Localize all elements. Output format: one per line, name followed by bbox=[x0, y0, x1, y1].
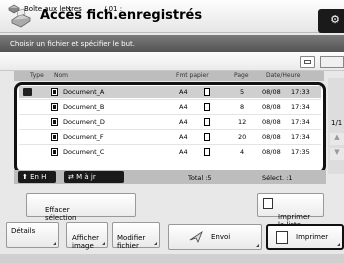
document-file-icon bbox=[51, 118, 58, 126]
page-icon bbox=[204, 148, 210, 156]
file-time: 17:35 bbox=[291, 148, 310, 156]
document-file-icon bbox=[51, 133, 58, 141]
print-list-button[interactable]: Imprimer la liste bbox=[257, 193, 324, 229]
mailbox-number: / 01 : bbox=[104, 5, 123, 13]
edit-file-label: Modifier fichier bbox=[117, 234, 146, 250]
instruction-bar: Choisir un fichier et spécifier le but. bbox=[0, 35, 344, 52]
page-icon bbox=[204, 118, 210, 126]
show-image-button[interactable]: Afficher image bbox=[66, 222, 108, 250]
go-to-top-button[interactable]: ⬆ En H bbox=[18, 171, 56, 183]
page-icon bbox=[204, 133, 210, 141]
list-view-button[interactable] bbox=[300, 56, 315, 68]
table-row[interactable]: Document_A A4 5 08/08 17:33 bbox=[19, 86, 321, 98]
clear-selection-button[interactable]: Effacer sélection bbox=[26, 193, 136, 222]
table-row[interactable]: Document_C A4 4 08/08 17:35 bbox=[19, 146, 321, 158]
scroll-up-button[interactable]: ▲ bbox=[330, 133, 344, 145]
mailbox-label: Boîte aux lettres bbox=[24, 5, 82, 13]
column-header: Type Nom Fmt papier Page Date/Heure bbox=[14, 71, 324, 81]
send-button[interactable]: Envoi bbox=[168, 224, 262, 250]
show-image-label: Afficher image bbox=[72, 234, 100, 250]
swap-arrows-icon: ⇄ bbox=[68, 173, 77, 181]
menu-triangle-icon bbox=[102, 242, 105, 245]
scroll-down-button[interactable]: ▼ bbox=[330, 148, 344, 160]
file-format: A4 bbox=[179, 103, 188, 111]
details-label: Détails bbox=[11, 227, 36, 235]
print-button[interactable]: Imprimer bbox=[266, 224, 344, 250]
status-monitor-button[interactable]: ⚙ bbox=[318, 9, 344, 33]
column-name[interactable]: Nom bbox=[54, 72, 68, 79]
arrow-up-icon: ⬆ bbox=[22, 173, 31, 181]
file-name: Document_A bbox=[63, 88, 105, 96]
document-file-icon bbox=[51, 103, 58, 111]
file-time: 17:34 bbox=[291, 118, 310, 126]
menu-triangle-icon bbox=[154, 242, 157, 245]
column-type[interactable]: Type bbox=[30, 72, 44, 79]
file-date: 08/08 bbox=[262, 118, 281, 126]
details-button[interactable]: Détails bbox=[6, 222, 59, 248]
selected-count: Sélect. :1 bbox=[262, 174, 293, 182]
print-label: Imprimer bbox=[296, 233, 329, 241]
file-date: 08/08 bbox=[262, 103, 281, 111]
page-indicator: 1/1 bbox=[331, 119, 343, 127]
menu-triangle-icon bbox=[53, 242, 56, 245]
table-row[interactable]: Document_D A4 12 08/08 17:34 bbox=[19, 116, 321, 128]
file-date: 08/08 bbox=[262, 133, 281, 141]
file-pages: 4 bbox=[240, 148, 245, 156]
menu-triangle-icon bbox=[337, 243, 340, 246]
printer-icon bbox=[276, 231, 288, 244]
file-time: 17:34 bbox=[291, 103, 310, 111]
column-date[interactable]: Date/Heure bbox=[266, 72, 300, 79]
file-format: A4 bbox=[179, 118, 188, 126]
total-count: Total :5 bbox=[188, 174, 212, 182]
file-pages: 8 bbox=[240, 103, 245, 111]
menu-triangle-icon bbox=[256, 244, 259, 247]
file-time: 17:34 bbox=[291, 133, 310, 141]
file-time: 17:33 bbox=[291, 88, 310, 96]
page-icon bbox=[204, 103, 210, 111]
list-printer-icon bbox=[263, 198, 273, 209]
column-format[interactable]: Fmt papier bbox=[176, 72, 209, 79]
file-format: A4 bbox=[179, 148, 188, 156]
document-file-icon bbox=[51, 88, 58, 96]
table-row[interactable]: Document_F A4 20 08/08 17:34 bbox=[19, 131, 321, 143]
file-list: Document_A A4 5 08/08 17:33 Document_B A… bbox=[14, 82, 326, 174]
table-row[interactable]: Document_B A4 8 08/08 17:34 bbox=[19, 101, 321, 113]
file-pages: 5 bbox=[240, 88, 245, 96]
file-name: Document_B bbox=[63, 103, 105, 111]
file-name: Document_C bbox=[63, 148, 105, 156]
mailbox-icon bbox=[8, 4, 20, 14]
send-icon bbox=[189, 231, 203, 243]
sort-label: M à jr bbox=[76, 173, 96, 181]
file-pages: 12 bbox=[238, 118, 247, 126]
mailbox-bar bbox=[0, 52, 344, 71]
list-view-icon bbox=[304, 60, 311, 64]
file-date: 08/08 bbox=[262, 148, 281, 156]
file-pages: 20 bbox=[238, 133, 247, 141]
selected-check-icon bbox=[23, 88, 32, 96]
sort-button[interactable]: ⇄ M à jr bbox=[64, 171, 124, 183]
document-file-icon bbox=[51, 148, 58, 156]
file-format: A4 bbox=[179, 133, 188, 141]
file-name: Document_D bbox=[63, 118, 105, 126]
edit-file-button[interactable]: Modifier fichier bbox=[112, 222, 160, 250]
thumbnail-view-button[interactable] bbox=[320, 56, 344, 68]
clear-selection-label: Effacer sélection bbox=[45, 206, 77, 222]
file-date: 08/08 bbox=[262, 88, 281, 96]
go-to-top-label: En H bbox=[30, 173, 47, 181]
file-format: A4 bbox=[179, 88, 188, 96]
column-page[interactable]: Page bbox=[234, 72, 249, 79]
page-icon bbox=[204, 88, 210, 96]
send-label: Envoi bbox=[211, 233, 231, 241]
bottom-strip bbox=[0, 254, 344, 263]
file-name: Document_F bbox=[63, 133, 104, 141]
